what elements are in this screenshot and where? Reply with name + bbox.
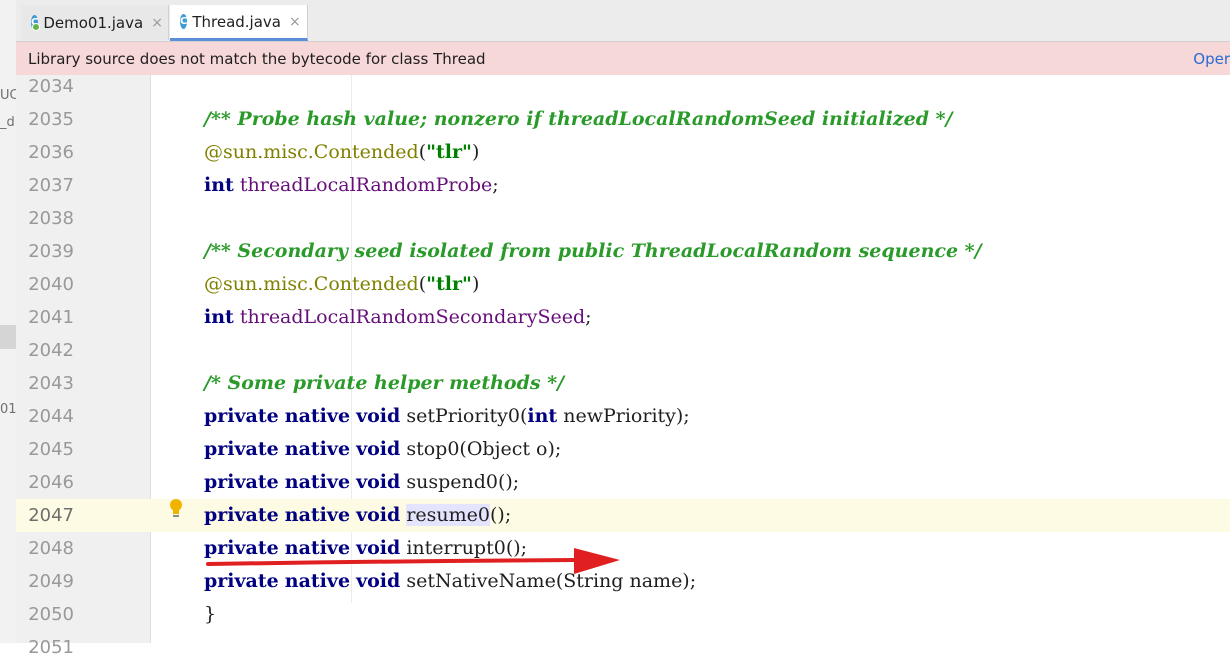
line-number: 2042 xyxy=(28,340,74,361)
code-text[interactable]: private native void suspend0(); xyxy=(204,466,519,499)
project-panel-fragment: _d xyxy=(0,115,15,130)
code-line[interactable]: 2038 xyxy=(16,202,1230,235)
line-number: 2044 xyxy=(28,406,74,427)
code-line[interactable]: 2050} xyxy=(16,598,1230,631)
code-text[interactable]: private native void stop0(Object o); xyxy=(204,433,561,466)
line-number: 2041 xyxy=(28,307,74,328)
line-number: 2051 xyxy=(28,637,74,658)
code-line[interactable]: 2040 @sun.misc.Contended("tlr") xyxy=(16,268,1230,301)
project-panel-selection xyxy=(0,325,16,349)
red-arrow-annotation xyxy=(206,548,620,574)
code-text[interactable]: /** Secondary seed isolated from public … xyxy=(204,235,982,268)
code-text[interactable]: private native void resume0(); xyxy=(204,499,511,532)
code-line[interactable]: 2046 private native void suspend0(); xyxy=(16,466,1230,499)
line-number: 2035 xyxy=(28,109,74,130)
line-number: 2043 xyxy=(28,373,74,394)
line-number: 2049 xyxy=(28,571,74,592)
line-number: 2040 xyxy=(28,274,74,295)
line-number: 2045 xyxy=(28,439,74,460)
banner-open-link[interactable]: Oper xyxy=(1193,50,1230,68)
code-line[interactable]: 2042 xyxy=(16,334,1230,367)
code-text[interactable]: @sun.misc.Contended("tlr") xyxy=(204,268,479,301)
code-line[interactable]: 2044 private native void setPriority0(int… xyxy=(16,400,1230,433)
code-line[interactable]: 2041 int threadLocalRandomSecondarySeed; xyxy=(16,301,1230,334)
code-line[interactable]: 2043 /* Some private helper methods */ xyxy=(16,367,1230,400)
code-text[interactable]: /** Probe hash value; nonzero if threadL… xyxy=(204,103,953,136)
editor-tab-bar: C Demo01.java × C Thread.java × xyxy=(16,0,1230,42)
line-number: 2037 xyxy=(28,175,74,196)
code-line[interactable]: 2045 private native void stop0(Object o); xyxy=(16,433,1230,466)
code-text[interactable]: int threadLocalRandomProbe; xyxy=(204,169,499,202)
line-number: 2038 xyxy=(28,208,74,229)
close-icon[interactable]: × xyxy=(151,15,163,31)
tab-thread[interactable]: C Thread.java × xyxy=(170,5,308,41)
code-line[interactable]: 2039 /** Secondary seed isolated from pub… xyxy=(16,235,1230,268)
line-number: 2036 xyxy=(28,142,74,163)
line-number: 2046 xyxy=(28,472,74,493)
code-text[interactable]: private native void setPriority0(int new… xyxy=(204,400,690,433)
lightbulb-icon[interactable] xyxy=(168,498,184,520)
line-number: 2050 xyxy=(28,604,74,625)
project-panel-fragment: UC xyxy=(0,88,17,103)
code-text[interactable]: } xyxy=(204,598,216,631)
code-line[interactable]: 2047 private native void resume0(); xyxy=(16,499,1230,532)
line-number: 2048 xyxy=(28,538,74,559)
line-number: 2047 xyxy=(28,505,74,526)
code-line[interactable]: 2036 @sun.misc.Contended("tlr") xyxy=(16,136,1230,169)
java-class-icon: C xyxy=(31,15,41,31)
project-panel-edge: UC _d 01 xyxy=(0,0,17,643)
code-text[interactable]: @sun.misc.Contended("tlr") xyxy=(204,136,479,169)
code-line[interactable]: 2037 int threadLocalRandomProbe; xyxy=(16,169,1230,202)
code-line[interactable]: 2034 xyxy=(16,70,1230,103)
banner-message: Library source does not match the byteco… xyxy=(28,49,486,68)
line-number: 2039 xyxy=(28,241,74,262)
tab-label: Thread.java xyxy=(192,12,281,31)
tab-label: Demo01.java xyxy=(43,13,144,32)
close-icon[interactable]: × xyxy=(289,14,301,30)
code-text[interactable]: int threadLocalRandomSecondarySeed; xyxy=(204,301,592,334)
library-class-icon: C xyxy=(180,14,188,29)
code-text[interactable]: /* Some private helper methods */ xyxy=(204,367,564,400)
code-line[interactable]: 2035 /** Probe hash value; nonzero if thr… xyxy=(16,103,1230,136)
project-panel-fragment: 01 xyxy=(0,402,17,417)
code-line[interactable]: 2051 xyxy=(16,631,1230,664)
tab-demo01[interactable]: C Demo01.java × xyxy=(21,5,169,40)
line-number: 2034 xyxy=(28,76,74,97)
